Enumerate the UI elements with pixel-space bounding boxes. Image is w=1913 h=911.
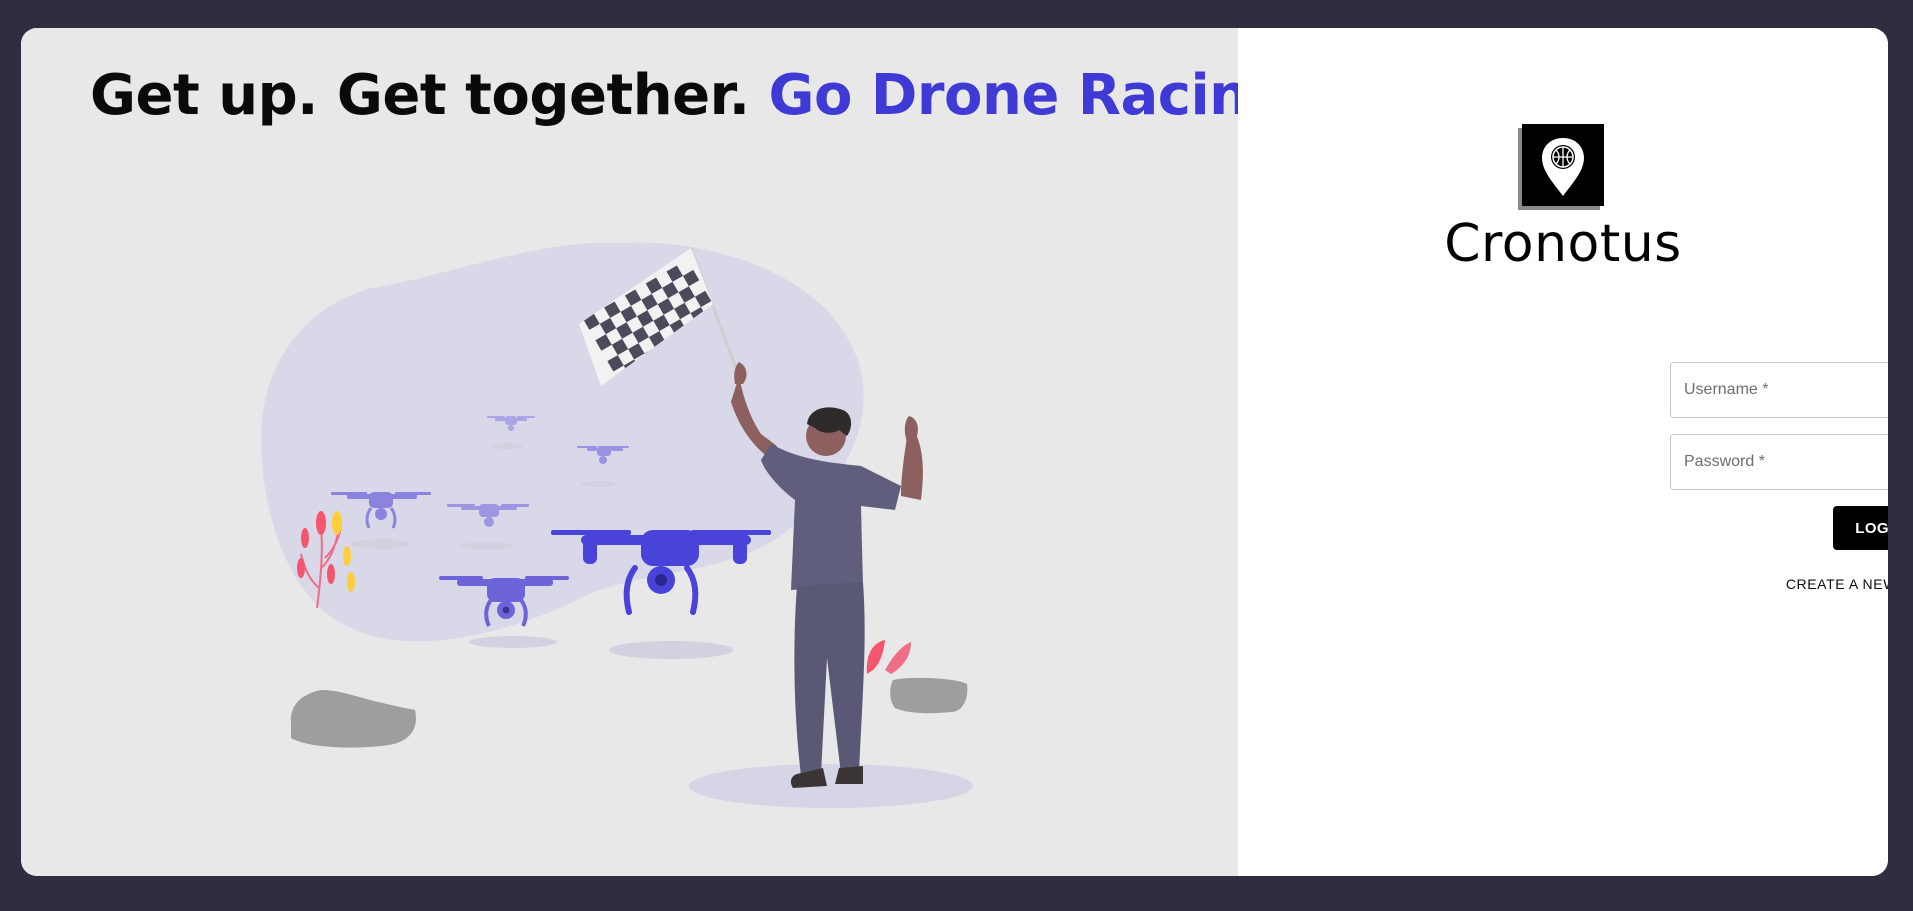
drone-shadow <box>609 641 733 659</box>
plant-right <box>866 640 968 714</box>
drone-shadow <box>581 481 617 487</box>
brand-block: Cronotus <box>1238 124 1888 277</box>
drone-shadow <box>461 542 513 550</box>
login-card: Get up. Get together. Go Drone Racing! C… <box>21 28 1888 876</box>
drone-shadow <box>351 539 411 549</box>
brand-name: Cronotus <box>1444 214 1682 274</box>
password-input[interactable] <box>1671 435 1888 489</box>
login-form: LOGIN CREATE A NEW ACCOUNT <box>1670 362 1888 592</box>
username-input[interactable] <box>1671 363 1888 417</box>
headline-text: Get up. Get together. <box>90 63 769 128</box>
create-account-link[interactable]: CREATE A NEW ACCOUNT <box>1670 576 1888 592</box>
map-pin-ball-icon <box>1522 124 1604 206</box>
password-field-wrapper <box>1670 434 1888 490</box>
hero-panel: Get up. Get together. Go Drone Racing! <box>21 28 1314 876</box>
hero-headline: Get up. Get together. Go Drone Racing! <box>90 60 1314 133</box>
headline-accent: Go Drone Racing! <box>768 63 1314 128</box>
drone-racing-illustration <box>261 242 973 808</box>
login-button-row: LOGIN <box>1670 506 1888 550</box>
login-button[interactable]: LOGIN <box>1833 506 1888 550</box>
drone-shadow <box>469 636 557 648</box>
person-shadow <box>689 764 973 808</box>
drone-shadow <box>491 443 523 449</box>
username-field-wrapper <box>1670 362 1888 418</box>
login-panel: Cronotus LOGIN CREATE A NEW ACCOUNT <box>1238 28 1888 876</box>
